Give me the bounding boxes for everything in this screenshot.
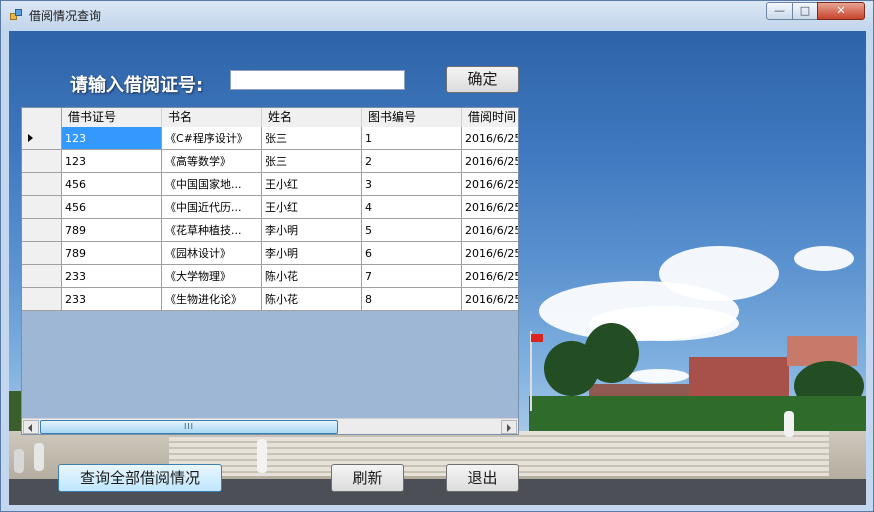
- maximize-button[interactable]: □: [792, 2, 818, 20]
- row-header[interactable]: [22, 196, 62, 219]
- cell-name[interactable]: 张三: [262, 150, 362, 173]
- grid-corner: [22, 108, 62, 127]
- row-header[interactable]: [22, 219, 62, 242]
- close-button[interactable]: ✕: [817, 2, 865, 20]
- cloud: [659, 246, 779, 301]
- cell-book-title[interactable]: 《花草种植技...: [162, 219, 262, 242]
- query-all-button[interactable]: 查询全部借阅情况: [58, 464, 222, 492]
- cell-name[interactable]: 李小明: [262, 219, 362, 242]
- cell-book-title[interactable]: 《园林设计》: [162, 242, 262, 265]
- person: [34, 443, 44, 471]
- cell-card-id[interactable]: 233: [62, 265, 162, 288]
- table-row[interactable]: 233 《大学物理》 陈小花 7 2016/6/25: [22, 265, 518, 288]
- cell-book-number[interactable]: 5: [362, 219, 462, 242]
- cell-name[interactable]: 李小明: [262, 242, 362, 265]
- library-card-input[interactable]: [230, 70, 405, 90]
- table-row[interactable]: 456 《中国国家地... 王小红 3 2016/6/25: [22, 173, 518, 196]
- scroll-thumb[interactable]: III: [40, 420, 338, 434]
- person: [14, 449, 24, 473]
- cell-book-title[interactable]: 《中国近代历...: [162, 196, 262, 219]
- table-row[interactable]: 789 《花草种植技... 李小明 5 2016/6/25: [22, 219, 518, 242]
- refresh-button[interactable]: 刷新: [331, 464, 404, 492]
- cell-borrow-time[interactable]: 2016/6/25: [462, 219, 518, 242]
- cell-borrow-time[interactable]: 2016/6/25: [462, 242, 518, 265]
- table-row[interactable]: 123 《C#程序设计》 张三 1 2016/6/25: [22, 127, 518, 150]
- row-header[interactable]: [22, 173, 62, 196]
- cell-book-number[interactable]: 6: [362, 242, 462, 265]
- cell-name[interactable]: 陈小花: [262, 265, 362, 288]
- cell-book-number[interactable]: 1: [362, 127, 462, 150]
- table-row[interactable]: 456 《中国近代历... 王小红 4 2016/6/25: [22, 196, 518, 219]
- cell-name[interactable]: 王小红: [262, 173, 362, 196]
- cell-borrow-time[interactable]: 2016/6/25: [462, 173, 518, 196]
- cell-borrow-time[interactable]: 2016/6/25: [462, 288, 518, 311]
- scroll-left-button[interactable]: [23, 420, 39, 434]
- cell-card-id[interactable]: 123: [62, 127, 162, 150]
- grid-header: 借书证号 书名 姓名 图书编号 借阅时间: [22, 108, 518, 128]
- column-header-book-title[interactable]: 书名: [162, 108, 262, 127]
- tree: [584, 323, 639, 383]
- table-row[interactable]: 233 《生物进化论》 陈小花 8 2016/6/25: [22, 288, 518, 311]
- cell-card-id[interactable]: 789: [62, 219, 162, 242]
- cell-card-id[interactable]: 456: [62, 173, 162, 196]
- app-icon: [10, 9, 22, 21]
- cell-book-title[interactable]: 《生物进化论》: [162, 288, 262, 311]
- current-row-arrow-icon: [28, 134, 33, 142]
- borrow-records-grid[interactable]: 借书证号 书名 姓名 图书编号 借阅时间 123 《C#程序设计》 张三 1 2016/…: [21, 107, 519, 435]
- cell-card-id[interactable]: 456: [62, 196, 162, 219]
- cell-book-title[interactable]: 《大学物理》: [162, 265, 262, 288]
- building: [689, 357, 789, 397]
- cell-book-number[interactable]: 4: [362, 196, 462, 219]
- table-row[interactable]: 123 《高等数学》 张三 2 2016/6/25: [22, 150, 518, 173]
- cell-name[interactable]: 张三: [262, 127, 362, 150]
- cell-book-number[interactable]: 2: [362, 150, 462, 173]
- cell-book-number[interactable]: 7: [362, 265, 462, 288]
- flag: [531, 334, 543, 342]
- row-header[interactable]: [22, 242, 62, 265]
- row-header[interactable]: [22, 127, 62, 150]
- cloud: [629, 369, 689, 383]
- cell-card-id[interactable]: 789: [62, 242, 162, 265]
- cell-card-id[interactable]: 123: [62, 150, 162, 173]
- confirm-button[interactable]: 确定: [446, 66, 519, 93]
- cell-name[interactable]: 陈小花: [262, 288, 362, 311]
- column-header-card-id[interactable]: 借书证号: [62, 108, 162, 127]
- hedge: [529, 396, 866, 431]
- client-area: 请输入借阅证号: 确定 借书证号 书名 姓名 图书编号 借阅时间 123 《C#程…: [9, 31, 866, 505]
- person: [784, 411, 794, 437]
- library-card-label: 请输入借阅证号:: [70, 75, 204, 96]
- cell-book-title[interactable]: 《C#程序设计》: [162, 127, 262, 150]
- column-header-name[interactable]: 姓名: [262, 108, 362, 127]
- cell-borrow-time[interactable]: 2016/6/25: [462, 265, 518, 288]
- cell-borrow-time[interactable]: 2016/6/25: [462, 127, 518, 150]
- cell-book-number[interactable]: 8: [362, 288, 462, 311]
- window-title: 借阅情况查询: [29, 9, 102, 23]
- chevron-right-icon: [507, 424, 511, 432]
- cell-name[interactable]: 王小红: [262, 196, 362, 219]
- cloud: [794, 246, 854, 271]
- row-header[interactable]: [22, 288, 62, 311]
- cell-borrow-time[interactable]: 2016/6/25: [462, 196, 518, 219]
- scroll-right-button[interactable]: [501, 420, 517, 434]
- person: [257, 439, 267, 473]
- main-window: 借阅情况查询 — □ ✕ 请输入借阅证号: 确定 借书证号 书名 姓名 图书编号…: [0, 0, 874, 512]
- table-row[interactable]: 789 《园林设计》 李小明 6 2016/6/25: [22, 242, 518, 265]
- cell-book-number[interactable]: 3: [362, 173, 462, 196]
- row-header[interactable]: [22, 150, 62, 173]
- column-header-book-number[interactable]: 图书编号: [362, 108, 462, 127]
- cell-book-title[interactable]: 《中国国家地...: [162, 173, 262, 196]
- flag-pole: [530, 331, 532, 411]
- title-bar[interactable]: 借阅情况查询 — □ ✕: [1, 1, 873, 29]
- cell-book-title[interactable]: 《高等数学》: [162, 150, 262, 173]
- cell-borrow-time[interactable]: 2016/6/25: [462, 150, 518, 173]
- exit-button[interactable]: 退出: [446, 464, 519, 492]
- cell-card-id[interactable]: 233: [62, 288, 162, 311]
- chevron-left-icon: [28, 424, 32, 432]
- horizontal-scrollbar[interactable]: III: [22, 418, 518, 434]
- column-header-borrow-time[interactable]: 借阅时间: [462, 108, 518, 127]
- row-header[interactable]: [22, 265, 62, 288]
- minimize-button[interactable]: —: [766, 2, 793, 20]
